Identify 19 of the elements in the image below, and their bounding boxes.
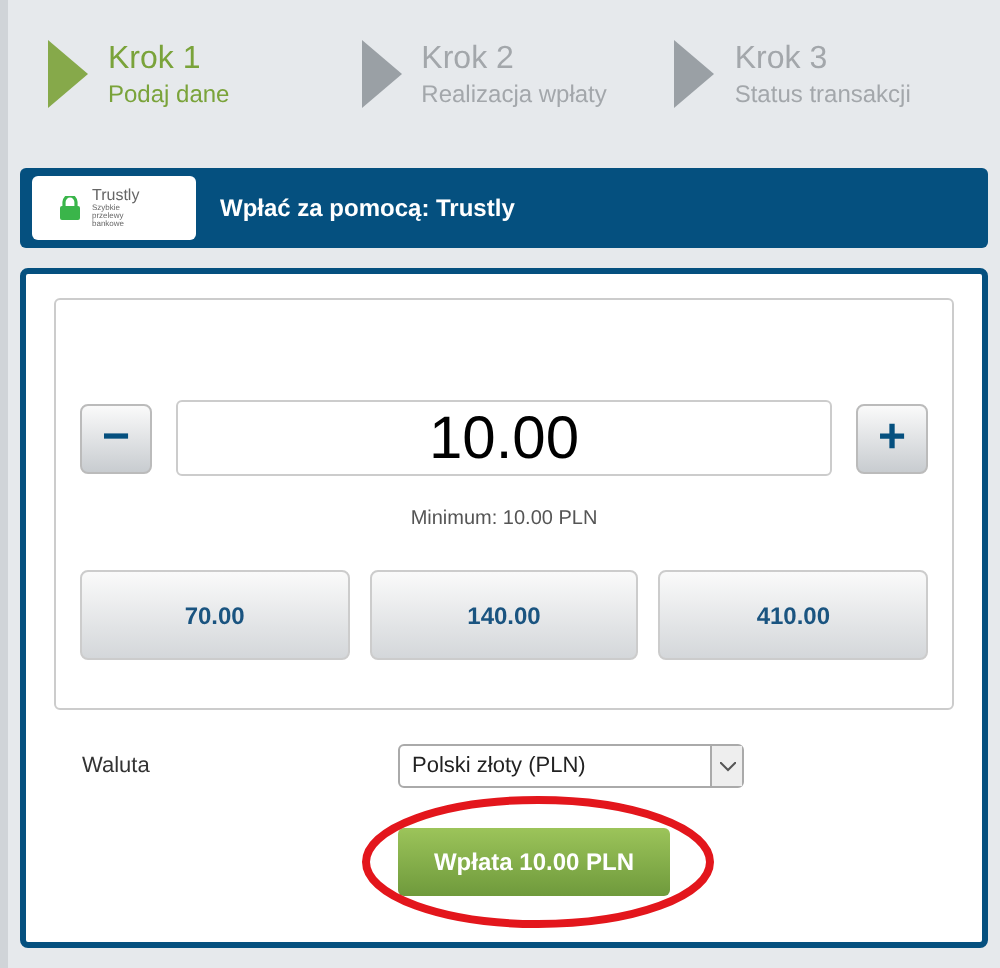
method-title: Wpłać za pomocą: Trustly (220, 192, 515, 226)
currency-select[interactable]: Polski złoty (PLN) (398, 744, 744, 788)
step-title: Krok 2 (421, 40, 516, 80)
currency-label: Waluta (82, 751, 152, 782)
increase-button[interactable]: + (856, 403, 928, 473)
decrease-button[interactable]: − (80, 403, 152, 473)
quick-amount-button[interactable]: 410.00 (658, 570, 928, 660)
quick-amount-button[interactable]: 140.00 (369, 570, 639, 660)
step-subtitle: Status transakcji (734, 80, 911, 110)
logo-name: Trustly (92, 188, 142, 204)
padlock-icon (60, 196, 80, 220)
step-title: Krok 1 (108, 40, 203, 80)
step-subtitle: Realizacja wpłaty (421, 80, 607, 110)
minimum-note: Minimum: 10.00 PLN (410, 506, 598, 534)
step-subtitle: Podaj dane (108, 80, 230, 110)
quick-amount-button[interactable]: 70.00 (80, 570, 350, 660)
amount-field[interactable]: 10.00 (176, 400, 832, 476)
step-title: Krok 3 (734, 40, 830, 80)
caret-icon (719, 761, 735, 771)
